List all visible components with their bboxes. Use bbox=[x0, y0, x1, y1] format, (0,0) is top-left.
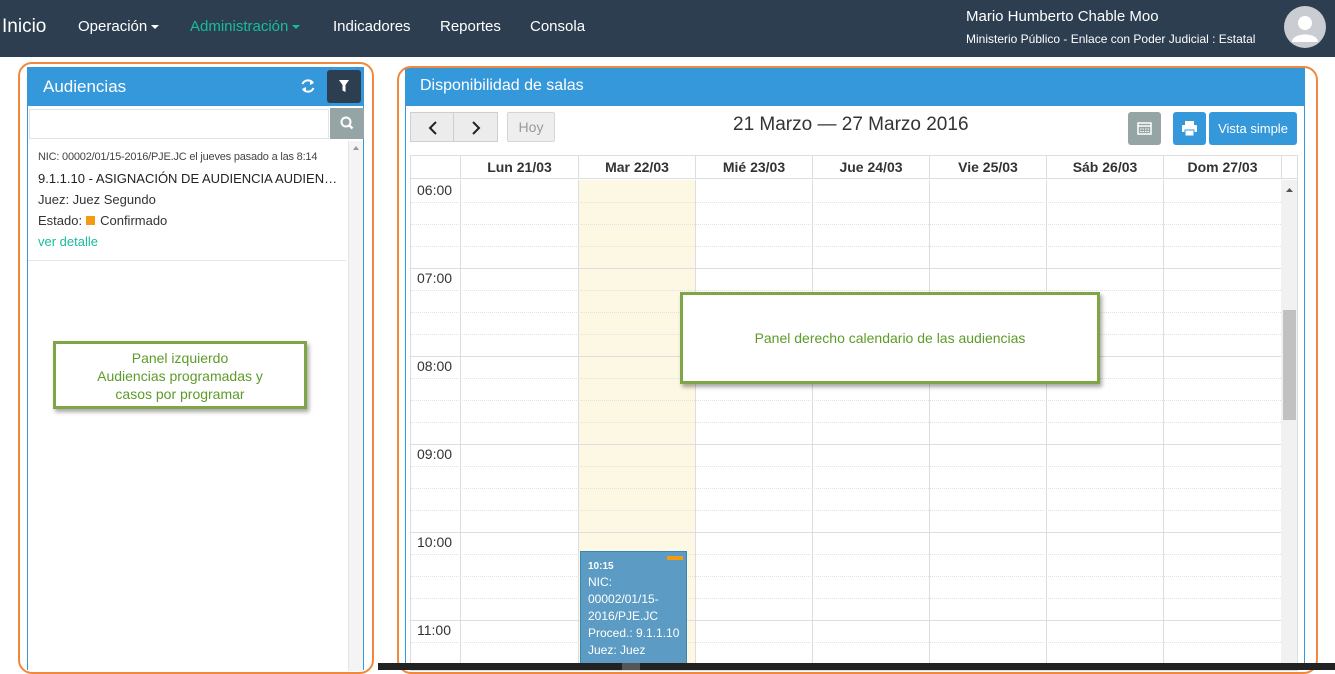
search-icon bbox=[340, 116, 354, 130]
nav-consola[interactable]: Consola bbox=[530, 18, 585, 35]
avatar[interactable] bbox=[1284, 6, 1326, 48]
grid-line bbox=[411, 532, 1281, 533]
today-button[interactable]: Hoy bbox=[507, 112, 555, 142]
right-panel-callout: Panel derecho calendario de las audienci… bbox=[680, 292, 1100, 384]
simple-view-button[interactable]: Vista simple bbox=[1209, 112, 1297, 145]
grid-line bbox=[411, 422, 1281, 423]
next-week-button[interactable] bbox=[454, 112, 498, 142]
nav-reportes[interactable]: Reportes bbox=[440, 18, 501, 35]
week-calendar: Lun 21/03 Mar 22/03 Mié 23/03 Jue 24/03 … bbox=[410, 155, 1298, 671]
user-avatar-icon bbox=[1292, 16, 1318, 42]
grid-line bbox=[411, 290, 1281, 291]
refresh-icon[interactable] bbox=[299, 77, 317, 95]
grid-line bbox=[411, 510, 1281, 511]
calendar-range-title: 21 Marzo — 27 Marzo 2016 bbox=[733, 114, 969, 135]
time-label: 07:00 bbox=[417, 270, 453, 286]
filter-button[interactable] bbox=[327, 70, 361, 103]
calendar-time-grid[interactable]: 06:00 07:00 08:00 09:00 10:00 11:00 10:1… bbox=[411, 180, 1281, 670]
calendar-panel-title: Disponibilidad de salas bbox=[420, 77, 584, 94]
filter-icon bbox=[339, 80, 349, 92]
event-text: NIC: 00002/01/15-2016/PJE.JC Proced.: 9.… bbox=[588, 575, 680, 657]
bottom-scrollbar[interactable] bbox=[378, 663, 1335, 670]
nav-indicadores[interactable]: Indicadores bbox=[333, 18, 411, 35]
chevron-right-icon bbox=[472, 121, 481, 135]
print-button[interactable] bbox=[1173, 112, 1206, 145]
left-panel-callout: Panel izquierdo Audiencias programadas y… bbox=[53, 341, 307, 409]
grid-line bbox=[411, 620, 1281, 621]
caret-down-icon bbox=[292, 25, 301, 30]
event-status-tag bbox=[667, 556, 683, 560]
grid-line bbox=[411, 246, 1281, 247]
status-value: Confirmado bbox=[100, 213, 168, 228]
user-role: Ministerio Público - Enlace con Poder Ju… bbox=[966, 32, 1256, 46]
scroll-up-icon bbox=[1286, 188, 1293, 192]
nav-operacion[interactable]: Operación bbox=[78, 18, 160, 35]
scrollbar-thumb[interactable] bbox=[1283, 310, 1296, 420]
grid-line bbox=[411, 224, 1281, 225]
time-label: 08:00 bbox=[417, 358, 453, 374]
scroll-up-icon bbox=[353, 146, 359, 150]
item-title: 9.1.1.10 - ASIGNACIÓN DE AUDIENCIA AUDIE… bbox=[38, 171, 343, 186]
header-spacer bbox=[1281, 156, 1297, 179]
day-header[interactable]: Dom 27/03 bbox=[1163, 156, 1281, 179]
day-header[interactable]: Mié 23/03 bbox=[695, 156, 812, 179]
list-scrollbar[interactable] bbox=[348, 141, 363, 671]
calendar-day-header: Lun 21/03 Mar 22/03 Mié 23/03 Jue 24/03 … bbox=[411, 156, 1297, 179]
brand-home-link[interactable]: Inicio bbox=[2, 16, 46, 38]
time-label: 09:00 bbox=[417, 446, 453, 462]
calendar-panel-header: Disponibilidad de salas bbox=[406, 68, 1304, 106]
chevron-left-icon bbox=[428, 121, 437, 135]
day-header[interactable]: Mar 22/03 bbox=[578, 156, 695, 179]
grid-line bbox=[411, 466, 1281, 467]
caret-down-icon bbox=[151, 25, 160, 30]
ver-detalle-link[interactable]: ver detalle bbox=[38, 234, 98, 249]
grid-line bbox=[411, 576, 1281, 577]
grid-line bbox=[411, 202, 1281, 203]
user-name[interactable]: Mario Humberto Chable Moo bbox=[966, 8, 1159, 25]
day-header[interactable]: Vie 25/03 bbox=[929, 156, 1046, 179]
audiencias-search-input[interactable] bbox=[29, 109, 329, 139]
search-button[interactable] bbox=[330, 108, 364, 139]
day-header[interactable]: Sáb 26/03 bbox=[1046, 156, 1163, 179]
audiencias-panel-header: Audiencias bbox=[28, 68, 363, 106]
item-judge: Juez: Juez Segundo bbox=[38, 192, 156, 207]
grid-line bbox=[411, 444, 1281, 445]
calendar-event[interactable]: 10:15 NIC: 00002/01/15-2016/PJE.JC Proce… bbox=[580, 551, 687, 670]
bottom-scrollbar-thumb[interactable] bbox=[622, 663, 640, 670]
grid-line bbox=[411, 268, 1281, 269]
nav-administracion-label: Administración bbox=[190, 18, 289, 35]
callout-line: Audiencias programadas y bbox=[97, 368, 263, 384]
calendar-icon bbox=[1137, 122, 1152, 135]
calendar-nav-group bbox=[410, 112, 498, 142]
time-label: 10:00 bbox=[417, 534, 453, 550]
list-item[interactable]: NIC: 00002/01/15-2016/PJE.JC el jueves p… bbox=[28, 141, 346, 261]
time-label: 11:00 bbox=[417, 622, 451, 638]
day-header[interactable]: Lun 21/03 bbox=[460, 156, 578, 179]
status-badge: Estado: Confirmado bbox=[38, 213, 167, 228]
time-label: 06:00 bbox=[417, 182, 453, 198]
callout-line: Panel izquierdo bbox=[131, 350, 229, 366]
top-navbar: Inicio Operación Administración Indicado… bbox=[0, 0, 1335, 57]
audiencias-panel-title: Audiencias bbox=[43, 77, 127, 96]
grid-line bbox=[411, 554, 1281, 555]
event-time: 10:15 bbox=[588, 561, 614, 572]
day-header[interactable]: Jue 24/03 bbox=[812, 156, 929, 179]
callout-line: casos por programar bbox=[115, 386, 245, 402]
prev-week-button[interactable] bbox=[410, 112, 454, 142]
status-square-icon bbox=[86, 216, 96, 225]
calendar-view-button[interactable] bbox=[1128, 112, 1161, 145]
grid-line bbox=[411, 400, 1281, 401]
grid-line bbox=[411, 598, 1281, 599]
status-label: Estado: bbox=[38, 213, 83, 228]
item-meta: NIC: 00002/01/15-2016/PJE.JC el jueves p… bbox=[38, 151, 318, 163]
nav-operacion-label: Operación bbox=[78, 18, 148, 35]
print-icon bbox=[1182, 121, 1197, 137]
nav-administracion[interactable]: Administración bbox=[190, 18, 301, 35]
grid-line bbox=[411, 488, 1281, 489]
calendar-scrollbar[interactable] bbox=[1281, 180, 1297, 670]
grid-line bbox=[411, 642, 1281, 643]
